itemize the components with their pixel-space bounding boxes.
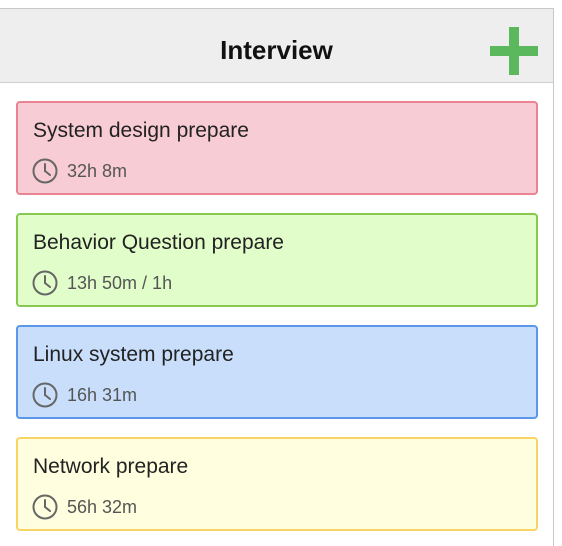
- card-time-meta: 56h 32m: [32, 493, 137, 521]
- clock-icon: [32, 494, 58, 520]
- column-header: Interview: [0, 9, 553, 83]
- card-time-meta: 13h 50m / 1h: [32, 269, 172, 297]
- card-title: System design prepare: [33, 119, 249, 142]
- clock-icon: [32, 382, 58, 408]
- card-title: Behavior Question prepare: [33, 231, 284, 254]
- card-time-meta: 16h 31m: [32, 381, 137, 409]
- card-time-meta: 32h 8m: [32, 157, 127, 185]
- card-time: 56h 32m: [67, 497, 138, 517]
- clock-icon: [32, 270, 58, 296]
- card-title: Network prepare: [33, 455, 189, 478]
- card-linux-system[interactable]: Linux system prepare 16h 31m: [16, 325, 538, 419]
- card-time: 32h 8m: [67, 161, 128, 181]
- column-title: Interview: [220, 35, 333, 65]
- plus-icon: [490, 27, 538, 75]
- interview-column: Interview System design prepare 32h 8m B…: [0, 8, 554, 546]
- card-title: Linux system prepare: [33, 343, 234, 366]
- card-behavior-question[interactable]: Behavior Question prepare 13h 50m / 1h: [16, 213, 538, 307]
- add-card-button[interactable]: [490, 27, 538, 75]
- card-time: 13h 50m / 1h: [67, 273, 173, 293]
- card-network[interactable]: Network prepare 56h 32m: [16, 437, 538, 531]
- clock-icon: [32, 158, 58, 184]
- card-system-design[interactable]: System design prepare 32h 8m: [16, 101, 538, 195]
- card-time: 16h 31m: [67, 385, 138, 405]
